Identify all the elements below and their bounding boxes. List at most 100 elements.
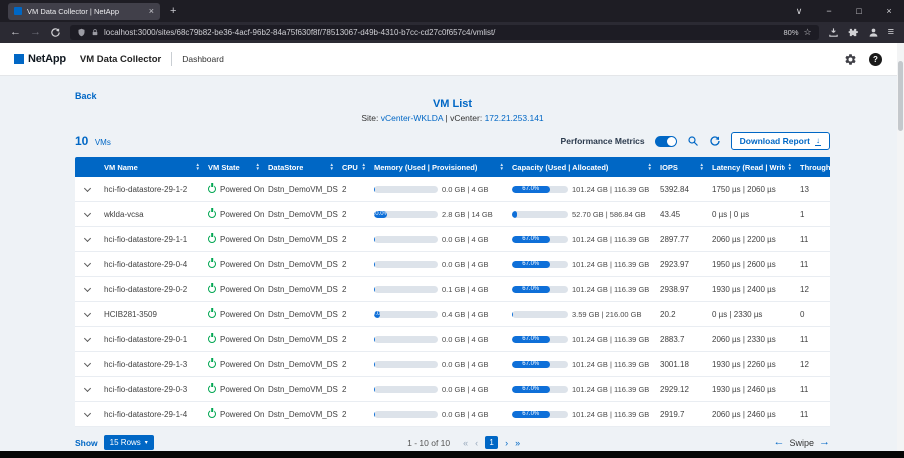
vcenter-value-link[interactable]: 172.21.253.141 — [485, 113, 544, 123]
expand-cell[interactable] — [75, 327, 100, 351]
swipe-right-icon[interactable]: → — [819, 437, 830, 448]
column-header[interactable]: Throughput▲▼ — [796, 157, 830, 177]
downloads-icon[interactable] — [828, 27, 839, 38]
address-bar[interactable]: localhost:3000/sites/68c79b82-be36-4acf-… — [70, 25, 819, 40]
minimize-button[interactable]: − — [814, 0, 844, 22]
sort-icon[interactable]: ▲▼ — [788, 163, 792, 171]
datastore-label: Dstn_DemoVM_DS01 — [268, 310, 338, 319]
close-button[interactable]: × — [874, 0, 904, 22]
column-header[interactable]: Capacity (Used | Allocated)▲▼ — [508, 157, 656, 177]
page-scrollbar[interactable] — [897, 43, 904, 451]
tracking-protection-shield-icon[interactable] — [77, 28, 86, 37]
download-report-button[interactable]: Download Report ↓ — [731, 132, 830, 150]
expand-cell[interactable] — [75, 352, 100, 376]
sort-icon[interactable]: ▲▼ — [648, 163, 652, 171]
sort-icon[interactable]: ▲▼ — [256, 163, 260, 171]
expand-cell[interactable] — [75, 277, 100, 301]
lock-icon[interactable] — [91, 28, 99, 37]
back-icon[interactable]: ← — [10, 27, 21, 38]
prev-page-icon[interactable]: ‹ — [475, 438, 478, 448]
table-row[interactable]: hci-fio-datastore-29-0-2 Powered On Dstn… — [75, 277, 830, 302]
memory-usage-text: 0.0 GB | 4 GB — [442, 360, 489, 369]
scrollbar-thumb[interactable] — [898, 61, 903, 131]
browser-tab[interactable]: VM Data Collector | NetApp × — [8, 3, 160, 20]
list-tabs-icon[interactable]: ∨ — [784, 0, 814, 22]
vm-state-label: Powered On — [220, 335, 264, 344]
next-page-icon[interactable]: › — [505, 438, 508, 448]
expand-cell[interactable] — [75, 177, 100, 201]
table-row[interactable]: wklda-vcsa Powered On Dstn_DemoVM_DS01 2… — [75, 202, 830, 227]
memory-usage-bar: 20.0% — [374, 211, 438, 218]
expand-chevron-icon[interactable] — [84, 284, 91, 291]
throughput-value: 13 — [800, 185, 809, 194]
rows-per-page-select[interactable]: 15 Rows ▾ — [104, 435, 154, 450]
last-page-icon[interactable]: » — [515, 438, 520, 448]
first-page-icon[interactable]: « — [463, 438, 468, 448]
column-header[interactable]: VM State▲▼ — [204, 157, 264, 177]
expand-cell[interactable] — [75, 377, 100, 401]
refresh-icon[interactable] — [709, 135, 721, 147]
forward-icon[interactable]: → — [30, 27, 41, 38]
column-header[interactable]: Latency (Read | Write)▲▼ — [708, 157, 796, 177]
expand-chevron-icon[interactable] — [84, 384, 91, 391]
table-row[interactable]: hci-fio-datastore-29-1-3 Powered On Dstn… — [75, 352, 830, 377]
nav-item-dashboard[interactable]: Dashboard — [182, 54, 224, 64]
expand-cell[interactable] — [75, 252, 100, 276]
sort-icon[interactable]: ▲▼ — [500, 163, 504, 171]
expand-cell[interactable] — [75, 402, 100, 426]
latency-cell: 0 µs | 2330 µs — [708, 302, 796, 326]
current-page-button[interactable]: 1 — [485, 436, 498, 449]
column-header[interactable]: VM Name▲▼ — [100, 157, 204, 177]
datastore-cell: Dstn_DemoVM_DS01 — [264, 202, 338, 226]
performance-metrics-toggle[interactable] — [655, 136, 677, 147]
table-row[interactable]: hci-fio-datastore-29-0-1 Powered On Dstn… — [75, 327, 830, 352]
sort-icon[interactable]: ▲▼ — [700, 163, 704, 171]
expand-cell[interactable] — [75, 227, 100, 251]
settings-gear-icon[interactable] — [844, 53, 857, 66]
expand-chevron-icon[interactable] — [84, 234, 91, 241]
menu-icon[interactable]: ≡ — [888, 27, 894, 38]
tab-close-icon[interactable]: × — [149, 7, 154, 16]
vm-state-cell: Powered On — [204, 302, 264, 326]
bookmark-star-icon[interactable]: ☆ — [804, 27, 812, 38]
expand-chevron-icon[interactable] — [84, 309, 91, 316]
expand-chevron-icon[interactable] — [84, 209, 91, 216]
search-icon[interactable] — [687, 135, 699, 147]
sort-icon[interactable]: ▲▼ — [362, 163, 366, 171]
expand-chevron-icon[interactable] — [84, 259, 91, 266]
datastore-label: Dstn_DemoVM_DS01 — [268, 285, 338, 294]
table-row[interactable]: hci-fio-datastore-29-1-4 Powered On Dstn… — [75, 402, 830, 427]
column-header[interactable]: IOPS▲▼ — [656, 157, 708, 177]
swipe-left-icon[interactable]: ← — [773, 437, 784, 448]
throughput-value: 11 — [800, 410, 808, 419]
latency-value: 0 µs | 2330 µs — [712, 310, 762, 319]
help-icon[interactable]: ? — [869, 53, 882, 66]
zoom-indicator[interactable]: 80% — [783, 28, 798, 37]
sort-icon[interactable]: ▲▼ — [196, 163, 200, 171]
maximize-button[interactable]: □ — [844, 0, 874, 22]
column-header[interactable]: CPU▲▼ — [338, 157, 370, 177]
cpu-cell: 2 — [338, 227, 370, 251]
expand-cell[interactable] — [75, 202, 100, 226]
expand-cell[interactable] — [75, 302, 100, 326]
reload-icon[interactable] — [50, 27, 61, 38]
extensions-puzzle-icon[interactable] — [848, 27, 859, 38]
column-header[interactable]: Memory (Used | Provisioned)▲▼ — [370, 157, 508, 177]
table-row[interactable]: hci-fio-datastore-29-1-1 Powered On Dstn… — [75, 227, 830, 252]
table-row[interactable]: hci-fio-datastore-29-0-4 Powered On Dstn… — [75, 252, 830, 277]
expand-chevron-icon[interactable] — [84, 409, 91, 416]
new-tab-button[interactable]: + — [170, 5, 176, 17]
site-value-link[interactable]: vCenter-WKLDA — [381, 113, 443, 123]
back-link[interactable]: Back — [75, 91, 97, 101]
profile-icon[interactable] — [868, 27, 879, 38]
expand-chevron-icon[interactable] — [84, 184, 91, 191]
expand-chevron-icon[interactable] — [84, 359, 91, 366]
table-row[interactable]: HCIB281-3509 Powered On Dstn_DemoVM_DS01… — [75, 302, 830, 327]
url-text[interactable]: localhost:3000/sites/68c79b82-be36-4acf-… — [104, 28, 778, 37]
iops-cell: 2923.97 — [656, 252, 708, 276]
table-row[interactable]: hci-fio-datastore-29-0-3 Powered On Dstn… — [75, 377, 830, 402]
sort-icon[interactable]: ▲▼ — [330, 163, 334, 171]
table-row[interactable]: hci-fio-datastore-29-1-2 Powered On Dstn… — [75, 177, 830, 202]
expand-chevron-icon[interactable] — [84, 334, 91, 341]
column-header[interactable]: DataStore▲▼ — [264, 157, 338, 177]
